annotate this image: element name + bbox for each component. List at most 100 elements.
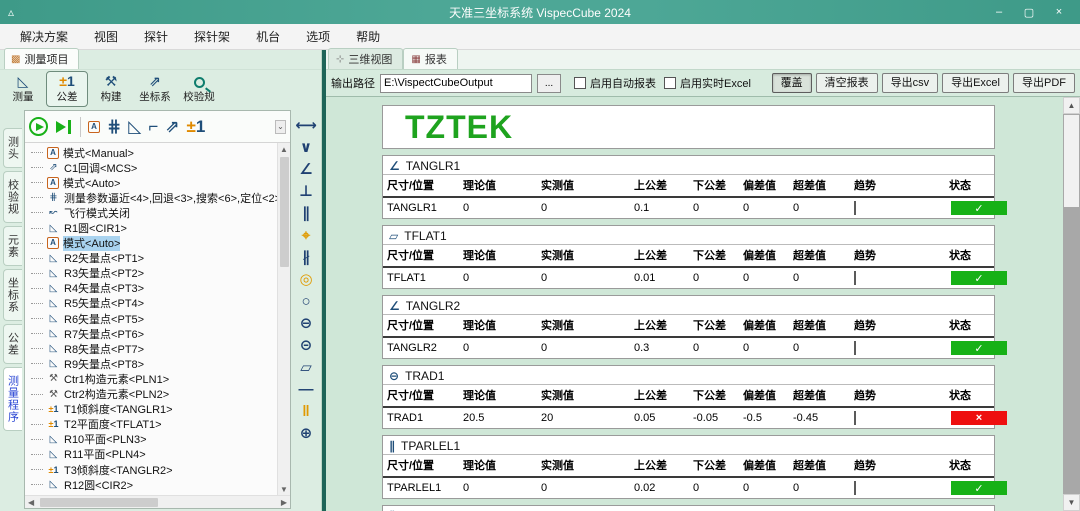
auto-mode-icon[interactable]: A	[88, 121, 100, 133]
tree-horizontal-scrollbar[interactable]: ◀ ▶	[25, 495, 290, 508]
tolerance-icon[interactable]: ±1	[187, 117, 206, 137]
toolbar-button-校验规[interactable]: 校验规	[178, 71, 220, 107]
tree-item[interactable]: ↜飞行模式关闭	[31, 205, 277, 220]
checkbox-启用自动报表[interactable]: 启用自动报表	[574, 75, 656, 91]
tztek-logo: TZTEK	[405, 109, 513, 146]
scroll-down-icon[interactable]: ▼	[280, 483, 288, 495]
tree-item[interactable]: ⚒Ctr2构造元素<PLN2>	[31, 387, 277, 402]
button-导出csv[interactable]: 导出csv	[882, 73, 939, 93]
menu-item-探针架[interactable]: 探针架	[182, 25, 242, 48]
button-导出PDF[interactable]: 导出PDF	[1013, 73, 1075, 93]
tree-hscroll-thumb[interactable]	[40, 498, 158, 507]
roundness-icon[interactable]: ○	[301, 292, 310, 313]
radius-icon[interactable]: ⊝	[300, 336, 313, 357]
checkbox-box[interactable]	[664, 77, 676, 89]
report-area: TZTEK ∠TANGLR1尺寸/位置理论值实测值上公差下公差偏差值超差值趋势状…	[326, 97, 1080, 511]
tree-item[interactable]: ◺R5矢量点<PT4>	[31, 296, 277, 311]
scroll-up-icon[interactable]: ▲	[280, 143, 288, 155]
tree-item[interactable]: A模式<Auto>	[31, 175, 277, 190]
corner-probe-icon[interactable]: ⌐	[148, 117, 158, 137]
parallelism-icon[interactable]: ∥	[302, 204, 310, 225]
side-tab-测量程序[interactable]: 测量程序	[3, 367, 22, 431]
output-path-input[interactable]	[380, 74, 532, 93]
cell-deviation: 0	[739, 339, 789, 357]
tree-item[interactable]: ◺R4矢量点<PT3>	[31, 281, 277, 296]
menu-item-视图[interactable]: 视图	[82, 25, 130, 48]
straightness-icon[interactable]: —	[299, 380, 314, 401]
angle-icon[interactable]: ∨	[300, 138, 312, 159]
report-scroll-down-icon[interactable]: ▼	[1063, 494, 1080, 511]
scroll-left-icon[interactable]: ◀	[28, 498, 34, 507]
toolbar-button-坐标系[interactable]: ⇗坐标系	[134, 71, 176, 107]
distance-icon[interactable]: ⟷	[295, 116, 317, 137]
table-name: TANGLR2	[406, 299, 460, 313]
parallel-bars-icon[interactable]: ‖	[302, 402, 309, 423]
flatness-icon[interactable]: ▱	[300, 358, 312, 379]
side-tab-公差[interactable]: 公差	[3, 324, 22, 364]
restore-button[interactable]: ▢	[1016, 3, 1042, 21]
menu-item-探针[interactable]: 探针	[132, 25, 180, 48]
position-icon[interactable]: ⌖	[302, 226, 310, 247]
symmetry-icon[interactable]: ⊖	[300, 314, 313, 335]
menu-item-选项[interactable]: 选项	[294, 25, 342, 48]
tree-item[interactable]: A模式<Auto>	[31, 236, 277, 251]
tab-报表[interactable]: ▦报表	[403, 48, 457, 69]
tree-item[interactable]: ±1T3倾斜度<TANGLR2>	[31, 462, 277, 477]
menu-item-机台[interactable]: 机台	[244, 25, 292, 48]
tree-item[interactable]: ◺R3矢量点<PT2>	[31, 266, 277, 281]
side-tab-校验规[interactable]: 校验规	[3, 171, 22, 223]
tree-item[interactable]: ◺R9矢量点<PT8>	[31, 356, 277, 371]
tree-item[interactable]: ⋕测量参数逼近<4>,回退<3>,搜索<6>,定位<2>	[31, 190, 277, 205]
line-angle-icon[interactable]: ∦	[302, 248, 310, 269]
tree-item[interactable]: ◺R8矢量点<PT7>	[31, 341, 277, 356]
checkbox-box[interactable]	[574, 77, 586, 89]
column-header: 实测值	[537, 384, 630, 408]
side-tab-元素[interactable]: 元素	[3, 226, 22, 266]
button-清空报表[interactable]: 清空报表	[816, 73, 878, 93]
side-tab-测头[interactable]: 测头	[3, 128, 22, 168]
perpendicularity-icon[interactable]: ⊥	[299, 182, 313, 203]
angularity-icon[interactable]: ∠	[299, 160, 312, 181]
tree-item[interactable]: ◺R2矢量点<PT1>	[31, 251, 277, 266]
true-position-icon[interactable]: ⊕	[300, 424, 313, 445]
tree-item[interactable]: ◺R11平面<PLN4>	[31, 447, 277, 462]
menu-item-帮助[interactable]: 帮助	[344, 25, 392, 48]
close-button[interactable]: ×	[1046, 3, 1072, 21]
button-导出Excel[interactable]: 导出Excel	[942, 73, 1009, 93]
tree-item[interactable]: ±1T2平面度<TFLAT1>	[31, 417, 277, 432]
tree-item[interactable]: ◺R6矢量点<PT5>	[31, 311, 277, 326]
report-vertical-scrollbar[interactable]: ▲ ▼	[1063, 97, 1080, 511]
report-scroll-up-icon[interactable]: ▲	[1063, 97, 1080, 114]
scroll-right-icon[interactable]: ▶	[281, 498, 287, 507]
measure-element-icon[interactable]: ◺	[128, 117, 141, 137]
report-scroll-thumb[interactable]	[1064, 115, 1079, 207]
tree-item[interactable]: ±1T1倾斜度<TANGLR1>	[31, 402, 277, 417]
dropdown-icon[interactable]: ⌄	[275, 120, 286, 134]
tree-item[interactable]: ⚒Ctr1构造元素<PLN1>	[31, 371, 277, 386]
minimize-button[interactable]: –	[986, 3, 1012, 21]
toolbar-button-公差[interactable]: ±1公差	[46, 71, 88, 107]
toolbar-button-测量[interactable]: ◺测量	[2, 71, 44, 107]
button-覆盖[interactable]: 覆盖	[772, 73, 812, 93]
toolbar-button-构建[interactable]: ⚒构建	[90, 71, 132, 107]
tree-vertical-scrollbar[interactable]: ▲ ▼	[277, 143, 290, 495]
tree-item[interactable]: ◺R12圆<CIR2>	[31, 477, 277, 492]
concentricity-icon[interactable]: ◎	[299, 270, 312, 291]
menu-item-解决方案[interactable]: 解决方案	[8, 25, 80, 48]
tree-item[interactable]: ◺R10平面<PLN3>	[31, 432, 277, 447]
tree-item[interactable]: ◺R1圆<CIR1>	[31, 220, 277, 235]
坐标系-label: 坐标系	[139, 89, 171, 104]
step-run-icon[interactable]	[55, 118, 73, 136]
tree-item[interactable]: A模式<Manual>	[31, 145, 277, 160]
run-icon[interactable]	[29, 117, 48, 136]
tab-三维视图[interactable]: ⊹三维视图	[328, 48, 403, 69]
browse-button[interactable]: ...	[537, 74, 561, 93]
tree-item[interactable]: ◺R7矢量点<PT6>	[31, 326, 277, 341]
checkbox-启用实时Excel[interactable]: 启用实时Excel	[664, 75, 751, 91]
tab-measure-project[interactable]: ▩ 测量项目	[4, 48, 79, 69]
tree-item[interactable]: ⇗C1回调<MCS>	[31, 160, 277, 175]
coordinate-icon[interactable]: ⇗	[165, 117, 179, 137]
measure-params-icon[interactable]: ⋕	[107, 117, 121, 137]
tree-vscroll-thumb[interactable]	[280, 157, 289, 267]
side-tab-坐标系[interactable]: 坐标系	[3, 269, 22, 321]
